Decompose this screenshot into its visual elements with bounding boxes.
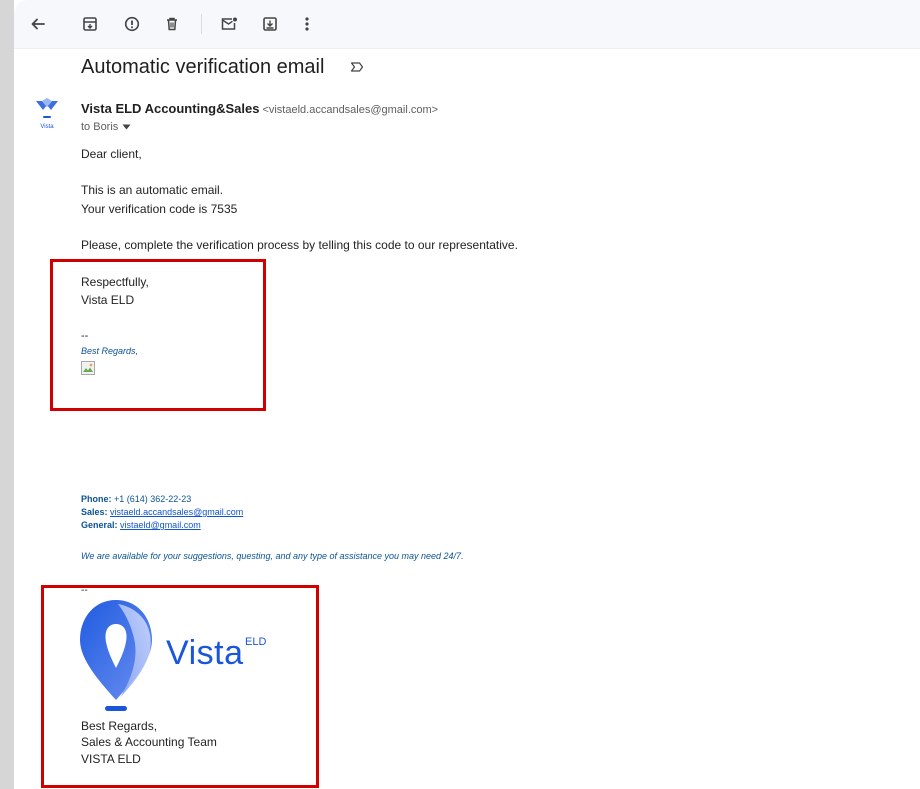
trash-icon (167, 17, 177, 31)
more-vert-icon (305, 17, 309, 31)
highlight-box-logo (41, 585, 319, 788)
avatar-caption: Vista (40, 124, 54, 130)
email-subject: Automatic verification email (81, 56, 325, 78)
important-marker-icon[interactable] (350, 61, 364, 73)
avatar[interactable]: Vista (34, 97, 60, 133)
email-toolbar (14, 0, 920, 49)
delete-button[interactable] (160, 12, 184, 36)
recipient-toggle[interactable]: to Boris (81, 121, 131, 133)
arrow-back-icon (31, 18, 45, 30)
more-options-button[interactable] (295, 12, 319, 36)
sender-name[interactable]: Vista ELD Accounting&Sales (81, 101, 259, 116)
mark-unread-icon (221, 17, 237, 30)
greeting: Dear client, (81, 147, 142, 161)
sender-email: <vistaeld.accandsales@gmail.com> (262, 104, 439, 116)
chevron-down-icon (122, 124, 131, 130)
sales-label: Sales: (81, 507, 108, 517)
sales-email-link[interactable]: vistaeld.accandsales@gmail.com (110, 507, 243, 517)
move-to-button[interactable] (258, 12, 282, 36)
body-line-2: Your verification code is 7535 (81, 202, 238, 216)
general-label: General: (81, 520, 118, 530)
window-edge (0, 0, 14, 789)
toolbar-separator (201, 14, 202, 34)
move-to-icon (263, 17, 277, 31)
mark-unread-button[interactable] (217, 12, 241, 36)
availability-note: We are available for your suggestions, q… (81, 551, 464, 561)
report-spam-icon (124, 16, 140, 32)
general-line: General: vistaeld@gmail.com (81, 520, 201, 530)
general-email-link[interactable]: vistaeld@gmail.com (120, 520, 201, 530)
to-line-text: to Boris (81, 121, 119, 133)
vista-logo-icon (36, 98, 58, 118)
archive-icon (83, 17, 97, 31)
sender-line: Vista ELD Accounting&Sales <vistaeld.acca… (81, 101, 438, 116)
phone-value: +1 (614) 362-22-23 (111, 494, 192, 504)
highlight-box-signature (50, 259, 266, 411)
back-button[interactable] (26, 12, 50, 36)
report-spam-button[interactable] (120, 12, 144, 36)
body-line-1: This is an automatic email. (81, 183, 224, 197)
archive-button[interactable] (78, 12, 102, 36)
phone-line: Phone: +1 (614) 362-22-23 (81, 494, 191, 504)
body-line-3: Please, complete the verification proces… (81, 238, 518, 252)
phone-label: Phone: (81, 494, 112, 504)
sales-line: Sales: vistaeld.accandsales@gmail.com (81, 507, 243, 517)
